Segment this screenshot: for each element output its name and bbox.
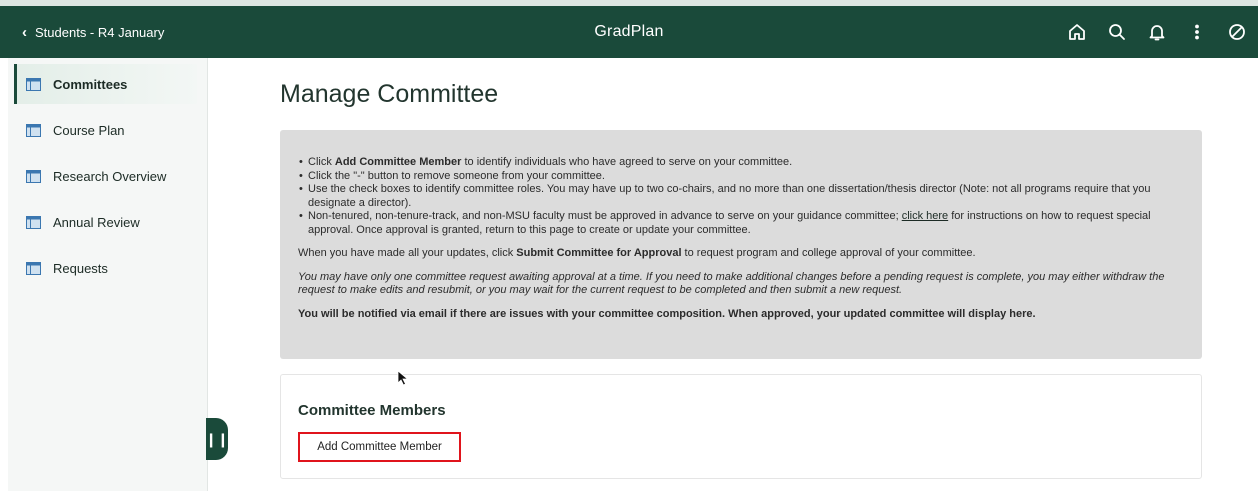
instruction-bold: Submit Committee for Approval	[516, 247, 682, 259]
instructions-list: Click Add Committee Member to identify i…	[298, 156, 1184, 237]
top-bar: ‹ Students - R4 January GradPlan	[0, 0, 1258, 58]
home-icon[interactable]	[1064, 19, 1090, 45]
more-vertical-icon[interactable]	[1184, 19, 1210, 45]
sidebar-item-course-plan[interactable]: Course Plan	[16, 110, 197, 150]
list-panel-icon	[26, 215, 41, 229]
instruction-text: Click the "-" button to remove someone f…	[308, 169, 605, 182]
sidebar-item-label: Annual Review	[53, 214, 140, 230]
sidebar-item-annual-review[interactable]: Annual Review	[16, 202, 197, 242]
search-icon[interactable]	[1104, 19, 1130, 45]
add-committee-member-button[interactable]: Add Committee Member	[298, 432, 461, 462]
instruction-text: Non-tenured, non-tenure-track, and non-M…	[308, 210, 902, 222]
sidebar-item-label: Committees	[53, 76, 128, 92]
sidebar-item-label: Course Plan	[53, 122, 125, 138]
list-item: Click the "-" button to remove someone f…	[298, 170, 1184, 184]
sidebar: Committees Course Plan Research Overview…	[8, 58, 208, 491]
instruction-text: Click	[308, 156, 335, 168]
sidebar-item-label: Research Overview	[53, 168, 167, 184]
committee-members-title: Committee Members	[298, 402, 446, 419]
topbar-actions	[1064, 6, 1250, 58]
notification-note: You will be notified via email if there …	[298, 307, 1036, 320]
instruction-text: to identify individuals who have agreed …	[461, 156, 793, 168]
special-approval-link[interactable]: click here	[902, 210, 948, 222]
instruction-text: to request program and college approval …	[681, 247, 976, 259]
pause-bars-icon: ❙❙	[205, 430, 229, 447]
sidebar-collapse-handle[interactable]: ❙❙	[205, 418, 229, 460]
page-title: Manage Committee	[280, 80, 499, 108]
list-panel-icon	[26, 123, 41, 137]
submit-note: When you have made all your updates, cli…	[298, 247, 1184, 261]
sidebar-item-label: Requests	[53, 260, 108, 276]
sidebar-item-requests[interactable]: Requests	[16, 248, 197, 288]
list-panel-icon	[26, 77, 41, 91]
bell-icon[interactable]	[1144, 19, 1170, 45]
pending-request-note: You may have only one committee request …	[298, 270, 1165, 297]
committee-members-card: Committee Members Add Committee Member	[280, 374, 1202, 479]
list-item: Click Add Committee Member to identify i…	[298, 156, 1184, 170]
list-item: Non-tenured, non-tenure-track, and non-M…	[298, 210, 1184, 237]
instructions-panel: Click Add Committee Member to identify i…	[280, 130, 1202, 359]
instruction-text: When you have made all your updates, cli…	[298, 247, 517, 259]
blocked-icon[interactable]	[1224, 19, 1250, 45]
instruction-bold: Add Committee Member	[334, 156, 462, 168]
list-panel-icon	[26, 261, 41, 275]
mouse-cursor-icon	[397, 370, 409, 386]
sidebar-item-committees[interactable]: Committees	[14, 64, 197, 104]
instruction-text: Use the check boxes to identify committe…	[308, 183, 1151, 209]
list-item: Use the check boxes to identify committe…	[298, 183, 1184, 210]
sidebar-item-research-overview[interactable]: Research Overview	[16, 156, 197, 196]
list-panel-icon	[26, 169, 41, 183]
